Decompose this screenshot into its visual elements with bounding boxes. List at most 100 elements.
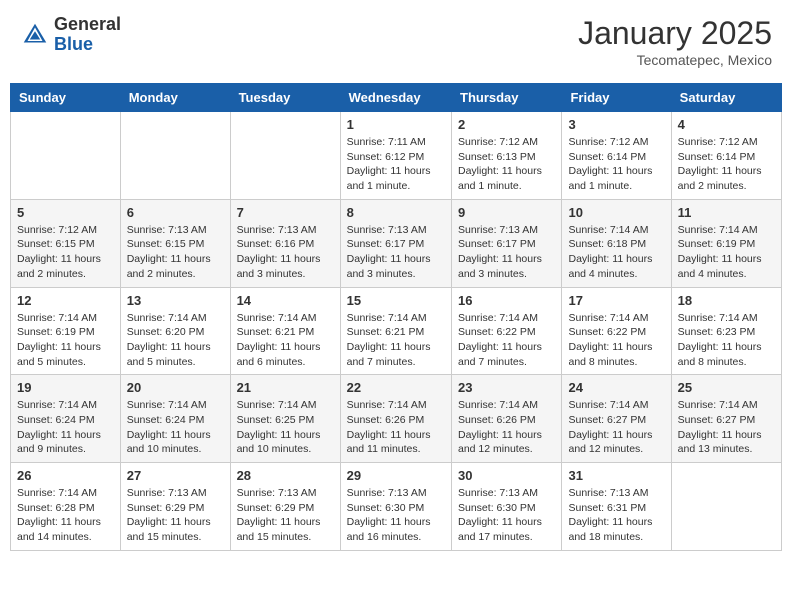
day-info: Sunrise: 7:14 AMSunset: 6:26 PMDaylight:… [458,398,555,457]
calendar-cell: 13 Sunrise: 7:14 AMSunset: 6:20 PMDayligh… [120,287,230,375]
day-info: Sunrise: 7:14 AMSunset: 6:27 PMDaylight:… [568,398,664,457]
day-info: Sunrise: 7:14 AMSunset: 6:26 PMDaylight:… [347,398,445,457]
calendar-header-sunday: Sunday [11,84,121,112]
day-info: Sunrise: 7:12 AMSunset: 6:14 PMDaylight:… [678,135,775,194]
day-number: 28 [237,468,334,483]
day-number: 21 [237,380,334,395]
day-info: Sunrise: 7:14 AMSunset: 6:21 PMDaylight:… [237,311,334,370]
calendar-cell: 17 Sunrise: 7:14 AMSunset: 6:22 PMDayligh… [562,287,671,375]
day-number: 19 [17,380,114,395]
calendar-week-row: 12 Sunrise: 7:14 AMSunset: 6:19 PMDayligh… [11,287,782,375]
calendar-header-monday: Monday [120,84,230,112]
calendar-cell: 9Sunrise: 7:13 AMSunset: 6:17 PMDaylight… [452,199,562,287]
day-number: 1 [347,117,445,132]
day-info: Sunrise: 7:14 AMSunset: 6:24 PMDaylight:… [127,398,224,457]
day-number: 6 [127,205,224,220]
page-header: General Blue January 2025 Tecomatepec, M… [10,10,782,73]
day-number: 25 [678,380,775,395]
day-info: Sunrise: 7:14 AMSunset: 6:19 PMDaylight:… [17,311,114,370]
calendar-cell: 27 Sunrise: 7:13 AMSunset: 6:29 PMDayligh… [120,463,230,551]
day-number: 23 [458,380,555,395]
day-number: 5 [17,205,114,220]
calendar-table: SundayMondayTuesdayWednesdayThursdayFrid… [10,83,782,551]
day-number: 31 [568,468,664,483]
day-info: Sunrise: 7:12 AMSunset: 6:14 PMDaylight:… [568,135,664,194]
calendar-cell: 22 Sunrise: 7:14 AMSunset: 6:26 PMDayligh… [340,375,451,463]
day-number: 3 [568,117,664,132]
day-info: Sunrise: 7:13 AMSunset: 6:17 PMDaylight:… [347,223,445,282]
day-info: Sunrise: 7:14 AMSunset: 6:28 PMDaylight:… [17,486,114,545]
day-number: 10 [568,205,664,220]
calendar-cell: 31 Sunrise: 7:13 AMSunset: 6:31 PMDayligh… [562,463,671,551]
calendar-cell: 15 Sunrise: 7:14 AMSunset: 6:21 PMDayligh… [340,287,451,375]
day-number: 2 [458,117,555,132]
day-number: 22 [347,380,445,395]
day-info: Sunrise: 7:12 AMSunset: 6:13 PMDaylight:… [458,135,555,194]
day-number: 20 [127,380,224,395]
calendar-week-row: 1 Sunrise: 7:11 AMSunset: 6:12 PMDaylight… [11,112,782,200]
calendar-cell [671,463,781,551]
day-number: 17 [568,293,664,308]
calendar-cell: 20 Sunrise: 7:14 AMSunset: 6:24 PMDayligh… [120,375,230,463]
day-number: 18 [678,293,775,308]
calendar-cell: 14 Sunrise: 7:14 AMSunset: 6:21 PMDayligh… [230,287,340,375]
day-number: 8 [347,205,445,220]
calendar-header-tuesday: Tuesday [230,84,340,112]
day-number: 27 [127,468,224,483]
calendar-cell: 26Sunrise: 7:14 AMSunset: 6:28 PMDayligh… [11,463,121,551]
calendar-header-row: SundayMondayTuesdayWednesdayThursdayFrid… [11,84,782,112]
logo: General Blue [20,15,121,55]
day-info: Sunrise: 7:13 AMSunset: 6:15 PMDaylight:… [127,223,224,282]
calendar-cell: 28 Sunrise: 7:13 AMSunset: 6:29 PMDayligh… [230,463,340,551]
calendar-cell: 10 Sunrise: 7:14 AMSunset: 6:18 PMDayligh… [562,199,671,287]
day-info: Sunrise: 7:14 AMSunset: 6:22 PMDaylight:… [568,311,664,370]
calendar-week-row: 26Sunrise: 7:14 AMSunset: 6:28 PMDayligh… [11,463,782,551]
calendar-cell: 5 Sunrise: 7:12 AMSunset: 6:15 PMDaylight… [11,199,121,287]
calendar-cell: 29 Sunrise: 7:13 AMSunset: 6:30 PMDayligh… [340,463,451,551]
calendar-week-row: 19 Sunrise: 7:14 AMSunset: 6:24 PMDayligh… [11,375,782,463]
calendar-cell: 8 Sunrise: 7:13 AMSunset: 6:17 PMDaylight… [340,199,451,287]
day-info: Sunrise: 7:12 AMSunset: 6:15 PMDaylight:… [17,223,114,282]
calendar-cell: 7Sunrise: 7:13 AMSunset: 6:16 PMDaylight… [230,199,340,287]
day-info: Sunrise: 7:13 AMSunset: 6:29 PMDaylight:… [237,486,334,545]
logo-text: General Blue [54,15,121,55]
day-number: 12 [17,293,114,308]
day-number: 13 [127,293,224,308]
day-number: 7 [237,205,334,220]
calendar-cell: 19Sunrise: 7:14 AMSunset: 6:24 PMDayligh… [11,375,121,463]
day-number: 14 [237,293,334,308]
calendar-week-row: 5 Sunrise: 7:12 AMSunset: 6:15 PMDaylight… [11,199,782,287]
calendar-cell: 6 Sunrise: 7:13 AMSunset: 6:15 PMDaylight… [120,199,230,287]
day-info: Sunrise: 7:14 AMSunset: 6:27 PMDaylight:… [678,398,775,457]
calendar-cell: 3 Sunrise: 7:12 AMSunset: 6:14 PMDaylight… [562,112,671,200]
calendar-cell: 18 Sunrise: 7:14 AMSunset: 6:23 PMDayligh… [671,287,781,375]
day-info: Sunrise: 7:14 AMSunset: 6:25 PMDaylight:… [237,398,334,457]
title-section: January 2025 Tecomatepec, Mexico [578,15,772,68]
day-info: Sunrise: 7:11 AMSunset: 6:12 PMDaylight:… [347,135,445,194]
calendar-cell: 23 Sunrise: 7:14 AMSunset: 6:26 PMDayligh… [452,375,562,463]
day-info: Sunrise: 7:13 AMSunset: 6:30 PMDaylight:… [458,486,555,545]
calendar-cell [120,112,230,200]
calendar-cell: 2 Sunrise: 7:12 AMSunset: 6:13 PMDaylight… [452,112,562,200]
day-number: 15 [347,293,445,308]
day-info: Sunrise: 7:13 AMSunset: 6:31 PMDaylight:… [568,486,664,545]
logo-general: General [54,15,121,35]
day-info: Sunrise: 7:14 AMSunset: 6:18 PMDaylight:… [568,223,664,282]
day-info: Sunrise: 7:14 AMSunset: 6:20 PMDaylight:… [127,311,224,370]
day-number: 4 [678,117,775,132]
month-title: January 2025 [578,15,772,52]
calendar-cell: 21 Sunrise: 7:14 AMSunset: 6:25 PMDayligh… [230,375,340,463]
day-number: 29 [347,468,445,483]
day-info: Sunrise: 7:14 AMSunset: 6:21 PMDaylight:… [347,311,445,370]
calendar-cell: 24Sunrise: 7:14 AMSunset: 6:27 PMDayligh… [562,375,671,463]
day-number: 16 [458,293,555,308]
day-info: Sunrise: 7:13 AMSunset: 6:29 PMDaylight:… [127,486,224,545]
day-info: Sunrise: 7:13 AMSunset: 6:30 PMDaylight:… [347,486,445,545]
calendar-cell: 4 Sunrise: 7:12 AMSunset: 6:14 PMDaylight… [671,112,781,200]
calendar-header-saturday: Saturday [671,84,781,112]
calendar-cell: 1 Sunrise: 7:11 AMSunset: 6:12 PMDaylight… [340,112,451,200]
calendar-cell: 30 Sunrise: 7:13 AMSunset: 6:30 PMDayligh… [452,463,562,551]
day-number: 30 [458,468,555,483]
day-number: 9 [458,205,555,220]
day-info: Sunrise: 7:14 AMSunset: 6:23 PMDaylight:… [678,311,775,370]
